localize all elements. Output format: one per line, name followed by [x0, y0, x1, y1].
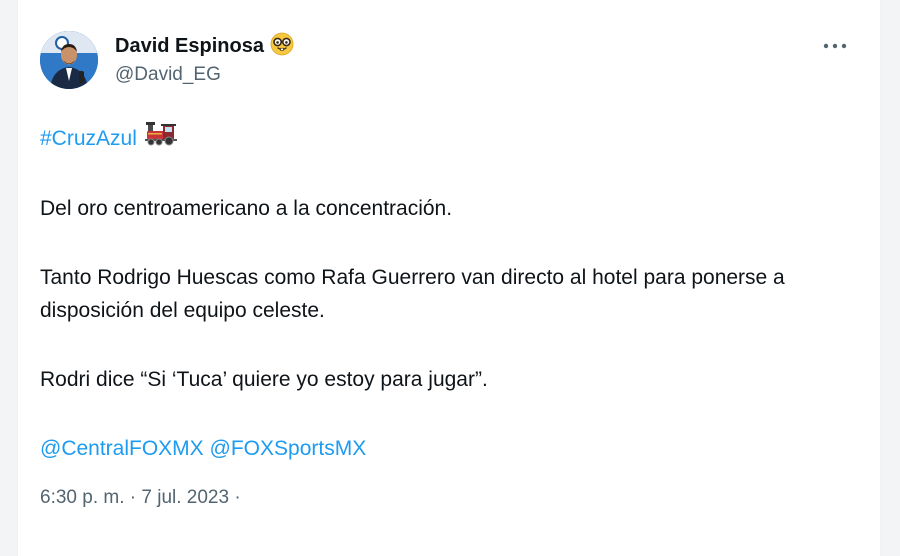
- mentions-row: @CentralFOXMX @FOXSportsMX: [40, 432, 860, 465]
- hashtag-link[interactable]: #CruzAzul: [40, 122, 137, 155]
- nerd-face-icon: [270, 32, 294, 61]
- mention-link-centralfoxmx[interactable]: @CentralFOXMX: [40, 437, 204, 460]
- tweet-header: David Espinosa @David_EG: [40, 31, 858, 95]
- author-names: David Espinosa @David_EG: [115, 32, 294, 86]
- tweet-line-2: Tanto Rodrigo Huescas como Rafa Guerrero…: [40, 266, 785, 322]
- author-display-name[interactable]: David Espinosa: [115, 35, 264, 58]
- locomotive-icon: [144, 120, 177, 156]
- mention-link-foxsportsmx[interactable]: @FOXSportsMX: [210, 437, 367, 460]
- author-handle[interactable]: @David_EG: [115, 64, 294, 86]
- hashtag-row: #CruzAzul: [40, 120, 860, 156]
- tweet-line-1: Del oro centroamericano a la concentraci…: [40, 197, 453, 220]
- tweet-line-3: Rodri dice “Si ‘Tuca’ quiere yo estoy pa…: [40, 368, 488, 391]
- tweet-body: #CruzAzul Del oro centroamericano a la c…: [40, 120, 860, 465]
- tweet-timestamp[interactable]: 6:30 p. m. · 7 jul. 2023 ·: [40, 487, 241, 509]
- more-options-icon[interactable]: [820, 35, 850, 57]
- avatar[interactable]: [40, 31, 98, 89]
- display-name-row: David Espinosa: [115, 32, 294, 61]
- tweet-card: David Espinosa @David_EG #CruzAzul Del o…: [17, 0, 881, 556]
